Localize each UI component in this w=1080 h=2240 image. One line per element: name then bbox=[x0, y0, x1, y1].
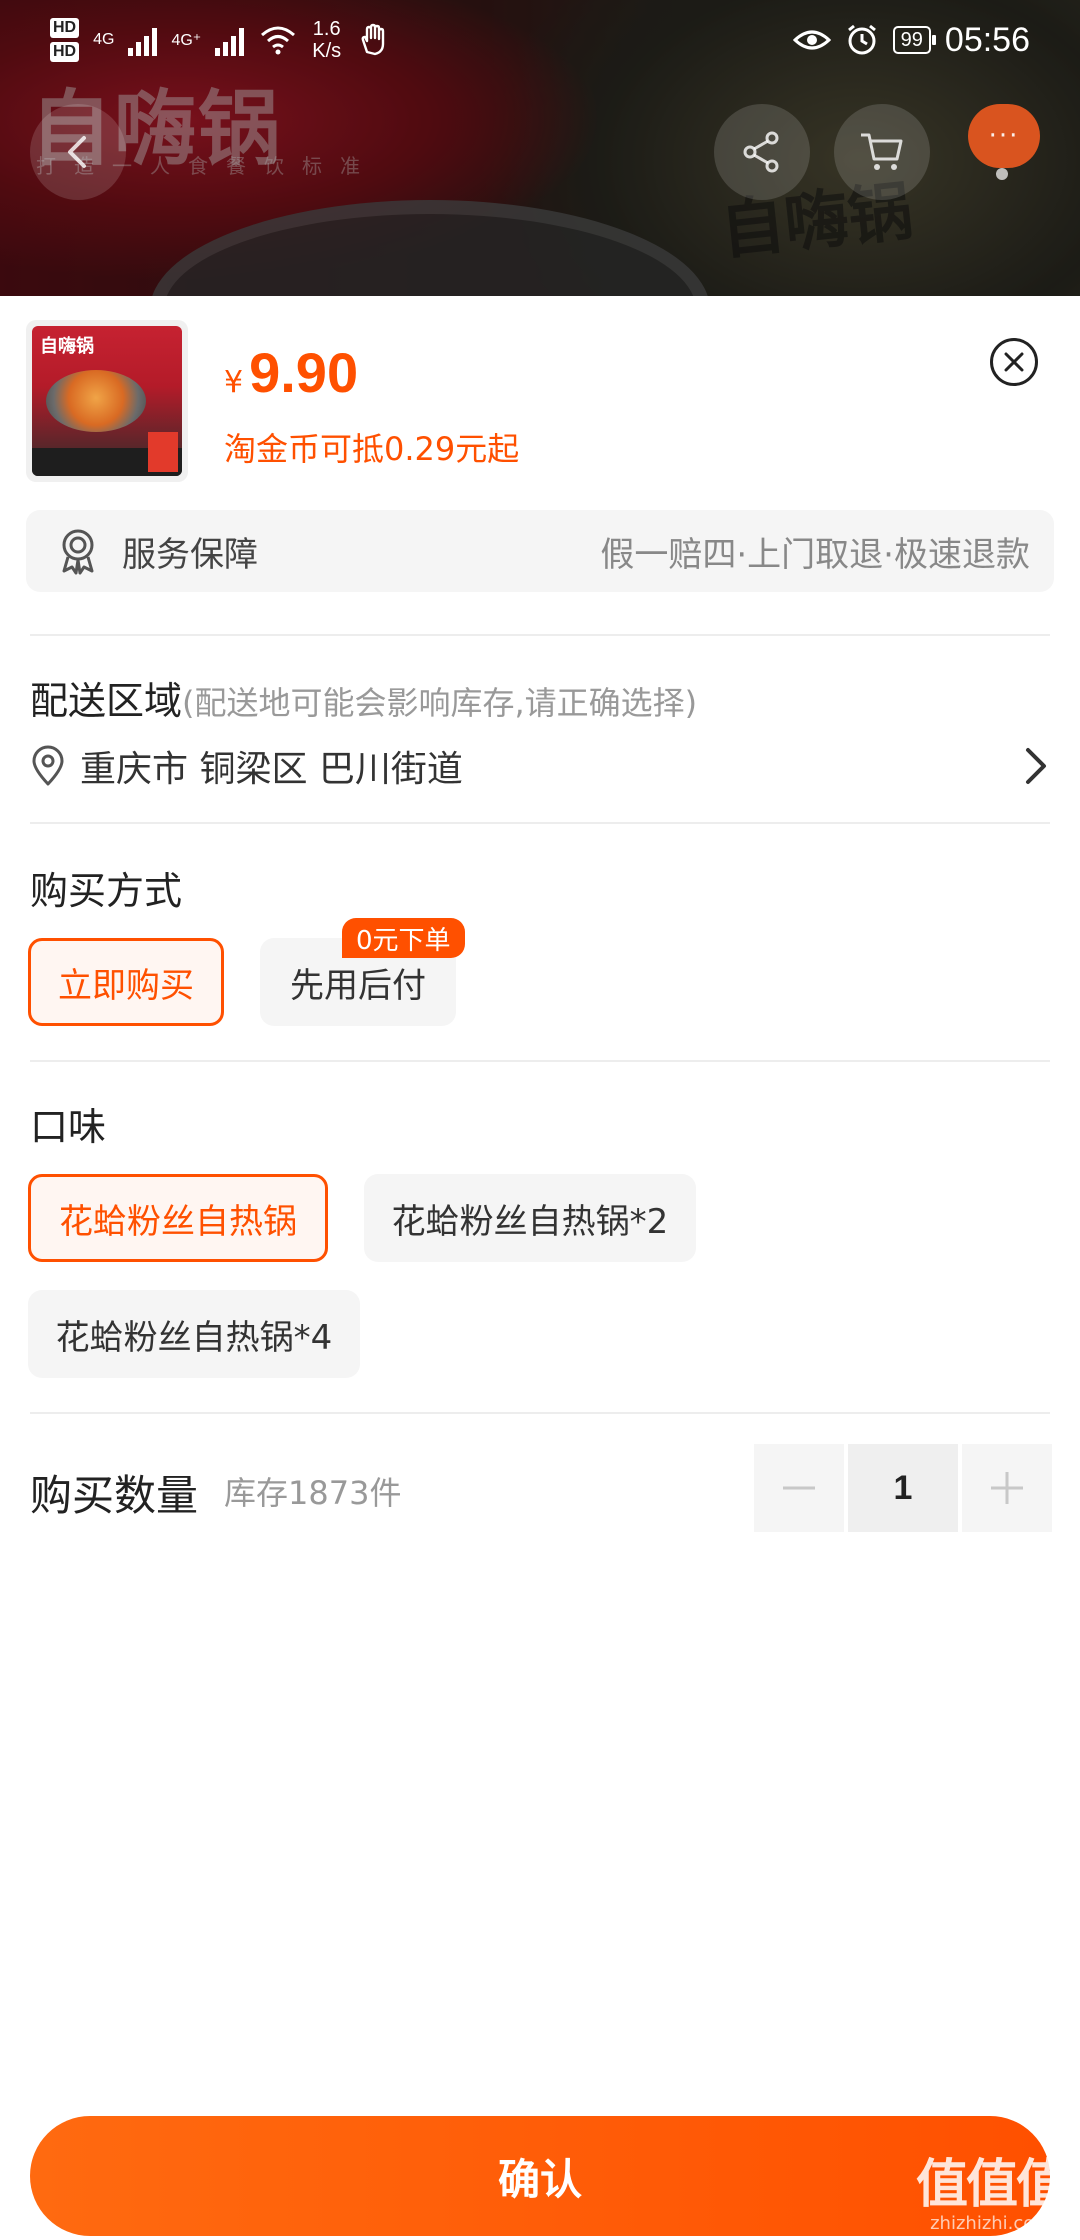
alarm-icon bbox=[847, 24, 876, 55]
purchase-method-title: 购买方式 bbox=[30, 869, 183, 913]
more-notification-dot bbox=[996, 168, 1008, 180]
more-button[interactable]: ··· bbox=[968, 104, 1040, 168]
quantity-label: 购买数量 bbox=[30, 1471, 199, 1520]
flavor-title: 口味 bbox=[30, 1105, 107, 1149]
minus-icon bbox=[783, 1486, 815, 1490]
plus-icon bbox=[991, 1472, 1023, 1504]
thumbnail-brand-text: 自嗨锅 bbox=[40, 336, 94, 357]
service-title: 服务保障 bbox=[122, 534, 258, 575]
confirm-button[interactable]: 确认 bbox=[30, 2116, 1050, 2236]
share-icon bbox=[743, 131, 779, 173]
status-bar-right: 99 05:56 bbox=[792, 20, 1030, 60]
option-buy-now[interactable]: 立即购买 bbox=[28, 938, 224, 1026]
delivery-title: 配送区域 bbox=[30, 679, 183, 723]
price-currency: ¥ bbox=[224, 365, 244, 400]
back-button[interactable] bbox=[30, 104, 126, 200]
option-flavor-1[interactable]: 花蛤粉丝自热锅 bbox=[28, 1174, 328, 1262]
option-flavor-4[interactable]: 花蛤粉丝自热锅*4 bbox=[28, 1290, 360, 1378]
coin-discount-note: 淘金币可抵0.29元起 bbox=[224, 430, 520, 468]
divider bbox=[30, 822, 1050, 824]
quantity-value[interactable]: 1 bbox=[848, 1444, 958, 1532]
price-value: 9.90 bbox=[249, 341, 359, 404]
product-thumbnail-image: 自嗨锅 bbox=[32, 326, 182, 476]
option-flavor-2[interactable]: 花蛤粉丝自热锅*2 bbox=[364, 1174, 696, 1262]
sku-selector-screen: { "status_bar": { "hd1": "HD", "hd2": "H… bbox=[0, 0, 1080, 2240]
hd-indicator-sim2: HD bbox=[50, 42, 80, 62]
delivery-address-row[interactable]: 重庆市 铜梁区 巴川街道 bbox=[30, 736, 1050, 796]
delivery-address: 重庆市 铜梁区 巴川街道 bbox=[80, 749, 463, 790]
zero-down-badge: 0元下单 bbox=[342, 918, 465, 958]
eye-icon bbox=[792, 30, 831, 50]
service-detail: 假一赔四·上门取退·极速退款 bbox=[600, 534, 1030, 575]
divider bbox=[30, 1412, 1050, 1414]
signal-icon-sim1 bbox=[128, 24, 158, 56]
hd-indicators: HD HD bbox=[50, 18, 80, 62]
network-type-sim2: 4G⁺ bbox=[171, 32, 202, 49]
price: ¥ 9.90 bbox=[224, 340, 358, 405]
chevron-right-icon bbox=[1026, 748, 1046, 784]
watermark-url: zhizhizhi.com bbox=[930, 2213, 1052, 2234]
delivery-hint: (配送地可能会影响库存,请正确选择) bbox=[182, 684, 698, 722]
product-thumbnail[interactable]: 自嗨锅 bbox=[26, 320, 188, 482]
close-button[interactable] bbox=[990, 338, 1038, 386]
quantity-stepper: 1 bbox=[754, 1444, 1052, 1532]
delivery-section-title: 配送区域(配送地可能会影响库存,请正确选择) bbox=[30, 670, 697, 725]
divider bbox=[30, 634, 1050, 636]
wifi-icon bbox=[261, 26, 296, 55]
sku-sheet: 自嗨锅 ¥ 9.90 淘金币可抵0.29元起 服务保障 假一赔四·上门取退·极速… bbox=[0, 296, 1080, 2240]
watermark-logo: 值值值 bbox=[915, 2154, 1068, 2215]
share-button[interactable] bbox=[714, 104, 810, 200]
watermark: 值值值 zhizhizhi.com bbox=[915, 2142, 1068, 2234]
more-icon: ··· bbox=[988, 121, 1020, 151]
stock-count: 库存1873件 bbox=[224, 1474, 402, 1512]
network-speed-unit: K/s bbox=[312, 40, 342, 62]
service-badge-icon bbox=[62, 529, 94, 575]
location-pin-icon bbox=[32, 745, 64, 786]
network-speed: 1.6 K/s bbox=[312, 18, 341, 62]
thumbnail-bowl-image bbox=[46, 370, 146, 432]
gesture-icon bbox=[361, 23, 385, 56]
divider bbox=[30, 1060, 1050, 1062]
network-speed-value: 1.6 bbox=[312, 18, 341, 40]
service-guarantee-bar[interactable]: 服务保障 假一赔四·上门取退·极速退款 bbox=[26, 510, 1054, 592]
status-bar: HD HD 4G 4G⁺ 1.6 K/s 99 05:56 bbox=[0, 0, 1080, 80]
back-icon bbox=[68, 136, 86, 168]
hd-indicator-sim1: HD bbox=[50, 18, 80, 38]
cart-icon bbox=[861, 133, 903, 170]
decrement-button[interactable] bbox=[754, 1444, 844, 1532]
signal-icon-sim2 bbox=[215, 24, 245, 56]
close-icon bbox=[1004, 352, 1024, 372]
network-type-sim1: 4G bbox=[93, 31, 115, 48]
increment-button[interactable] bbox=[962, 1444, 1052, 1532]
status-time: 05:56 bbox=[944, 20, 1030, 59]
battery-indicator: 99 bbox=[892, 26, 937, 54]
cart-button[interactable] bbox=[834, 104, 930, 200]
status-bar-left: HD HD 4G 4G⁺ 1.6 K/s bbox=[50, 18, 391, 62]
thumbnail-tag bbox=[148, 432, 178, 472]
